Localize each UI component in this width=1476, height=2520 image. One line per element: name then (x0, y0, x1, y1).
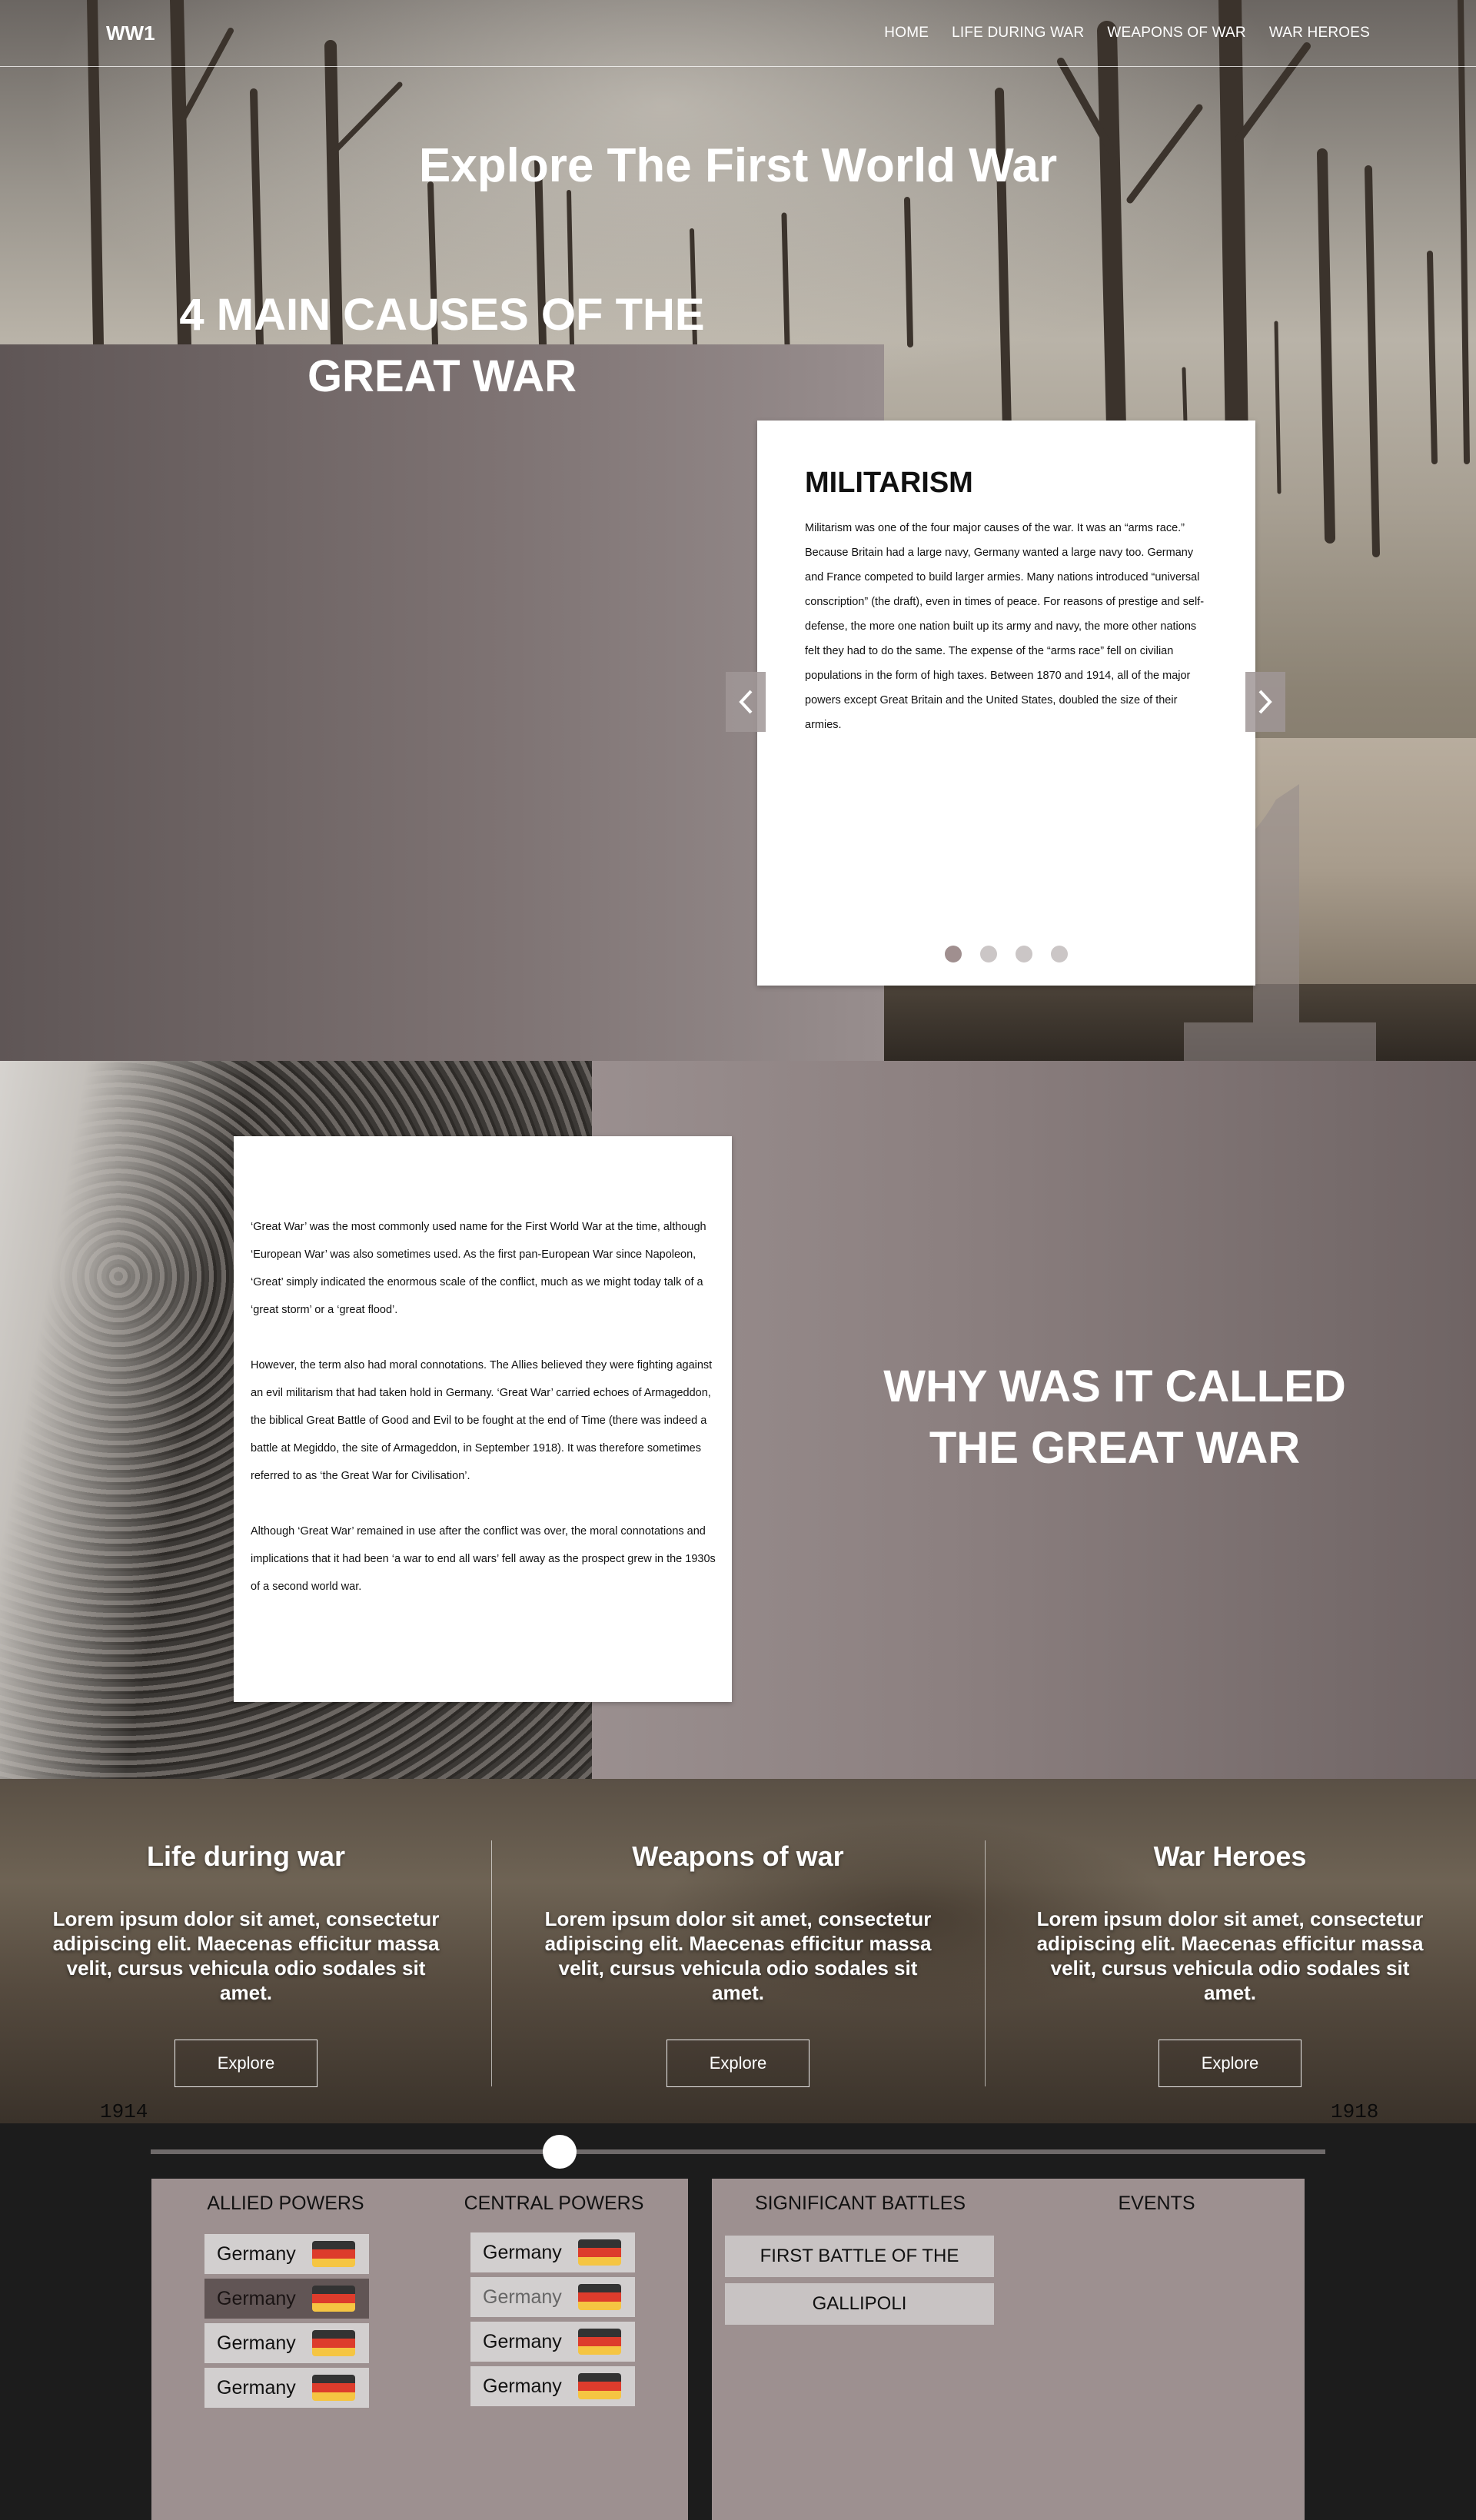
muddy-ground-image (884, 984, 1476, 1061)
topic-war-heroes: War Heroes Lorem ipsum dolor sit amet, c… (984, 1779, 1476, 2123)
topic-text: Lorem ipsum dolor sit amet, consectetur … (52, 1907, 440, 2004)
nav-war-heroes[interactable]: WAR HEROES (1269, 25, 1370, 42)
germany-flag-icon (578, 2329, 621, 2355)
explore-button[interactable]: Explore (667, 2040, 809, 2087)
germany-flag-icon (312, 2375, 355, 2401)
country-item[interactable]: Germany (470, 2277, 635, 2317)
country-name: Germany (217, 2332, 296, 2354)
nav-home[interactable]: HOME (884, 25, 929, 42)
slide-dot-2[interactable] (980, 946, 997, 962)
allied-powers-column: ALLIED POWERS Germany Germany Germany Ge… (151, 2179, 420, 2520)
country-item[interactable]: Germany (470, 2366, 635, 2406)
country-item[interactable]: Germany (204, 2368, 369, 2408)
germany-flag-icon (312, 2330, 355, 2356)
slider-dots (757, 946, 1255, 962)
battle-item[interactable]: FIRST BATTLE OF THE MARNE (725, 2236, 994, 2308)
country-name: Germany (217, 2376, 296, 2399)
great-war-paragraph-3: Although ‘Great War’ remained in use aft… (251, 1525, 716, 1593)
battles-column: SIGNIFICANT BATTLES FIRST BATTLE OF THE … (712, 2179, 1009, 2520)
germany-flag-icon (312, 2286, 355, 2312)
allied-powers-title: ALLIED POWERS (207, 2193, 364, 2214)
site-logo[interactable]: WW1 (106, 22, 155, 45)
timeline-section: 1914 1918 ALLIED POWERS Germany Germany … (0, 2100, 1476, 2520)
causes-heading: 4 MAIN CAUSES OF THE GREAT WAR (179, 290, 705, 401)
nav-weapons-of-war[interactable]: WEAPONS OF WAR (1107, 25, 1246, 42)
battles-title: SIGNIFICANT BATTLES (754, 2193, 966, 2214)
country-item[interactable]: Germany (470, 2322, 635, 2362)
great-war-paragraph-2: However, the term also had moral connota… (251, 1359, 713, 1482)
country-name: Germany (217, 2242, 296, 2265)
main-menu: HOME LIFE DURING WAR WEAPONS OF WAR WAR … (884, 25, 1370, 42)
hero-title: Explore The First World War (418, 139, 1058, 192)
country-item[interactable]: Germany (204, 2323, 369, 2363)
card-title: MILITARISM (805, 467, 973, 499)
great-war-paragraph-1: ‘Great War’ was the most commonly used n… (251, 1221, 706, 1316)
battle-item[interactable]: GALLIPOLI (725, 2283, 994, 2325)
events-title: EVENTS (1118, 2193, 1195, 2214)
germany-flag-icon (578, 2239, 621, 2266)
slide-dot-1[interactable] (945, 946, 962, 962)
germany-flag-icon (312, 2241, 355, 2267)
country-name: Germany (483, 2375, 562, 2397)
topic-text: Lorem ipsum dolor sit amet, consectetur … (544, 1907, 932, 2004)
germany-flag-icon (578, 2373, 621, 2399)
germany-flag-icon (578, 2284, 621, 2310)
start-year-label: 1914 (100, 2100, 148, 2123)
next-slide-button[interactable] (1245, 672, 1285, 732)
hero-section: Explore The First World War 4 MAIN CAUSE… (0, 0, 1476, 1061)
causes-card: MILITARISM Militarism was one of the fou… (757, 421, 1255, 986)
central-powers-column: CENTRAL POWERS Germany Germany Germany G… (420, 2179, 688, 2520)
end-year-label: 1918 (1331, 2100, 1379, 2123)
topic-text: Lorem ipsum dolor sit amet, consectetur … (1036, 1907, 1424, 2004)
country-name: Germany (483, 2241, 562, 2263)
country-item[interactable]: Germany (204, 2234, 369, 2274)
country-name: Germany (217, 2287, 296, 2309)
top-navigation: WW1 HOME LIFE DURING WAR WEAPONS OF WAR … (0, 0, 1476, 67)
slide-dot-4[interactable] (1051, 946, 1068, 962)
topic-life-during-war: Life during war Lorem ipsum dolor sit am… (0, 1779, 492, 2123)
topic-title: Life during war (146, 1840, 345, 1872)
chevron-left-icon (739, 690, 753, 714)
country-name: Germany (483, 2330, 562, 2352)
country-item[interactable]: Germany (470, 2232, 635, 2272)
timeline-track[interactable] (151, 2149, 1325, 2154)
topic-title: War Heroes (1153, 1840, 1307, 1872)
topics-section: Life during war Lorem ipsum dolor sit am… (0, 1779, 1476, 2123)
explore-button[interactable]: Explore (175, 2040, 317, 2087)
chevron-right-icon (1258, 690, 1272, 714)
nav-life-during-war[interactable]: LIFE DURING WAR (952, 25, 1084, 42)
slide-dot-3[interactable] (1016, 946, 1032, 962)
country-item-selected[interactable]: Germany (204, 2279, 369, 2319)
card-text: Militarism was one of the four major cau… (805, 522, 1205, 731)
topic-title: Weapons of war (632, 1840, 844, 1872)
country-name: Germany (483, 2286, 562, 2308)
central-powers-title: CENTRAL POWERS (464, 2193, 644, 2214)
great-war-card: ‘Great War’ was the most commonly used n… (234, 1136, 732, 1702)
powers-panel: ALLIED POWERS Germany Germany Germany Ge… (151, 2179, 688, 2520)
timeline-handle[interactable] (543, 2135, 577, 2169)
topic-weapons-of-war: Weapons of war Lorem ipsum dolor sit ame… (492, 1779, 984, 2123)
great-war-heading: WHY WAS IT CALLED THE GREAT WAR (883, 1361, 1346, 1473)
great-war-section: WHY WAS IT CALLED THE GREAT WAR ‘Great W… (0, 1061, 1476, 1779)
explore-button[interactable]: Explore (1159, 2040, 1301, 2087)
prev-slide-button[interactable] (726, 672, 766, 732)
battles-events-panel: SIGNIFICANT BATTLES FIRST BATTLE OF THE … (712, 2179, 1305, 2520)
events-column: EVENTS (1009, 2179, 1305, 2520)
